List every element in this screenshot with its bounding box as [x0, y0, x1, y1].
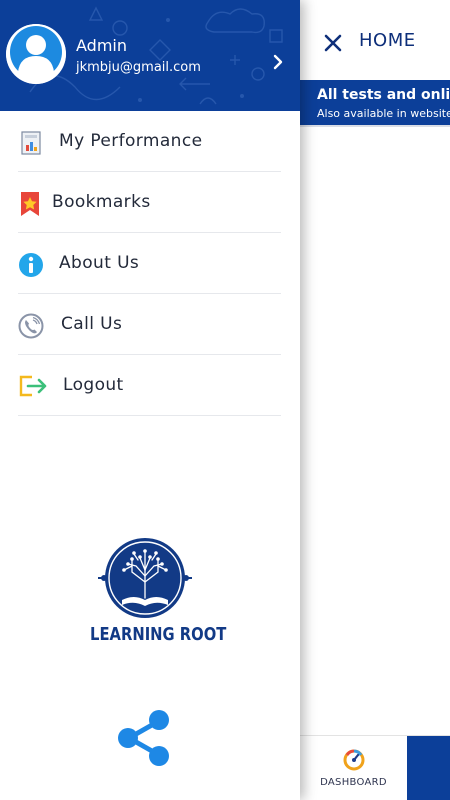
user-email: jkmbju@gmail.com: [76, 60, 201, 75]
user-name: Admin: [76, 36, 127, 55]
logo-text: LEARNING ROOT: [90, 624, 227, 645]
drawer-header[interactable]: Admin jkmbju@gmail.com: [0, 0, 300, 111]
menu-item-logout[interactable]: Logout: [18, 355, 281, 416]
user-silhouette-icon: [6, 24, 66, 84]
page-title: HOME: [359, 30, 416, 51]
bottom-navigation: DASHBOARD: [300, 735, 450, 800]
menu-item-label: My Performance: [59, 131, 203, 151]
announcement-banner[interactable]: All tests and online Also available in w…: [300, 80, 450, 125]
menu-item-label: Call Us: [61, 314, 123, 334]
learning-root-logo: LEARNING ROOT: [78, 536, 227, 651]
menu-item-call-us[interactable]: Call Us: [18, 294, 281, 355]
phone-icon: [18, 313, 44, 339]
banner-subtext: Also available in website: [317, 107, 450, 120]
close-drawer-button[interactable]: [320, 30, 346, 56]
share-icon: [118, 710, 169, 766]
tab-dashboard[interactable]: DASHBOARD: [300, 736, 407, 800]
dashboard-gauge-icon: [343, 749, 364, 771]
menu-item-my-performance[interactable]: My Performance: [18, 111, 281, 172]
info-icon: [19, 253, 43, 277]
share-button[interactable]: [116, 708, 172, 768]
tab-active[interactable]: [407, 736, 450, 800]
menu-item-label: Bookmarks: [52, 192, 151, 212]
menu-item-about-us[interactable]: About Us: [18, 233, 281, 294]
performance-report-icon: [21, 131, 41, 155]
close-icon: [324, 34, 342, 52]
menu-item-label: Logout: [63, 375, 124, 395]
menu-item-label: About Us: [59, 253, 140, 273]
banner-headline: All tests and online: [317, 87, 450, 103]
avatar[interactable]: [6, 24, 66, 84]
tab-dashboard-label: DASHBOARD: [320, 777, 387, 788]
content-area: [300, 127, 450, 735]
logo-emblem: [98, 538, 192, 618]
chevron-right-icon[interactable]: [271, 53, 285, 71]
logout-icon: [19, 375, 47, 397]
menu-item-bookmarks[interactable]: Bookmarks: [18, 172, 281, 233]
navigation-drawer: Admin jkmbju@gmail.com My Performance Bo…: [0, 0, 300, 800]
bookmark-star-icon: [21, 192, 39, 216]
